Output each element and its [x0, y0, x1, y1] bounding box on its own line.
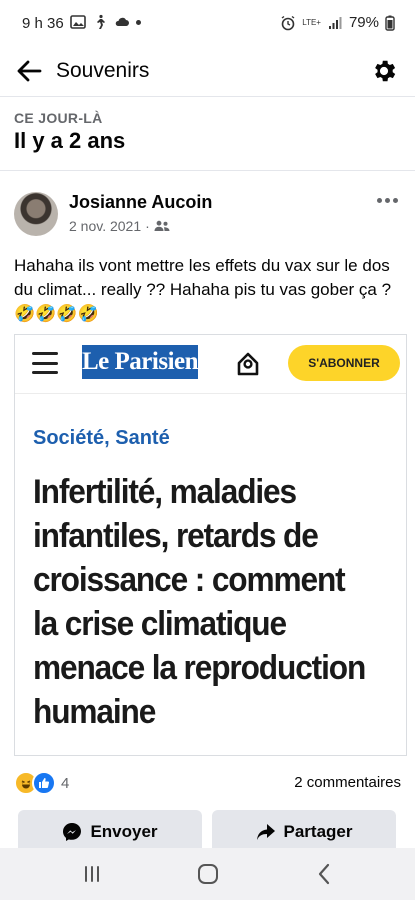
- like-reaction-icon: [32, 771, 56, 795]
- notification-dot-icon: [136, 19, 141, 25]
- post-date[interactable]: 2 nov. 2021: [69, 218, 141, 234]
- battery-percent: 79%: [348, 14, 379, 31]
- status-system-icons: LTE+ 79%: [280, 14, 395, 31]
- battery-icon: [385, 15, 395, 31]
- hamburger-menu-icon: [32, 352, 58, 374]
- settings-button[interactable]: [367, 54, 401, 88]
- recent-apps-button[interactable]: [72, 860, 112, 888]
- recents-icon: [85, 866, 99, 882]
- home-button[interactable]: [188, 860, 228, 888]
- reaction-count: 4: [61, 774, 70, 792]
- network-type: LTE+: [302, 17, 321, 27]
- share-arrow-icon: [256, 824, 275, 840]
- subscribe-button: S'ABONNER: [288, 345, 400, 381]
- post-author[interactable]: Josianne Aucoin: [69, 192, 212, 213]
- account-icon: [237, 352, 259, 376]
- post-meta: 2 nov. 2021 ·: [69, 218, 170, 234]
- le-parisien-logo: Le Parisien: [82, 345, 199, 379]
- send-label: Envoyer: [90, 822, 158, 841]
- alarm-icon: [281, 15, 295, 30]
- status-bar: 9 h 36 LTE+ 79%: [0, 0, 415, 48]
- share-label: Partager: [283, 822, 353, 841]
- android-navigation-bar: [0, 848, 415, 900]
- page-title: Souvenirs: [56, 59, 150, 82]
- status-notification-icons: [70, 14, 141, 30]
- avatar[interactable]: [14, 192, 58, 236]
- walking-icon: [97, 14, 105, 29]
- signal-icon: [328, 16, 342, 29]
- home-icon: [198, 864, 218, 884]
- more-dot-icon: [392, 197, 398, 203]
- memory-label: CE JOUR-LÀ: [14, 110, 103, 126]
- divider: [0, 170, 415, 171]
- shared-article[interactable]: Le Parisien S'ABONNER Société, Santé Inf…: [14, 334, 407, 756]
- friends-icon: [154, 220, 170, 231]
- nav-back-button[interactable]: [304, 860, 344, 888]
- chevron-left-icon: [318, 863, 330, 885]
- article-category: Société, Santé: [33, 427, 170, 449]
- post-text: Hahaha ils vont mettre les effets du vax…: [14, 254, 399, 326]
- post-body: Hahaha ils vont mettre les effets du vax…: [14, 256, 392, 299]
- more-options-button[interactable]: [373, 190, 401, 210]
- reactions-summary[interactable]: 4: [14, 771, 69, 795]
- gear-icon: [375, 60, 396, 82]
- app-header: Souvenirs: [0, 48, 415, 97]
- comments-count[interactable]: 2 commentaires: [294, 774, 401, 791]
- messenger-icon: [63, 823, 82, 841]
- article-headline: Infertilité, maladies infantiles, retard…: [33, 473, 366, 731]
- gallery-icon: [70, 15, 86, 29]
- cloud-icon: [115, 17, 129, 26]
- status-time: 9 h 36: [22, 15, 64, 32]
- meta-separator: ·: [145, 218, 150, 234]
- post-emoji: 🤣🤣🤣🤣: [14, 304, 99, 324]
- more-dot-icon: [384, 197, 390, 203]
- memory-years-ago: Il y a 2 ans: [14, 128, 126, 153]
- back-button[interactable]: [12, 54, 46, 88]
- article-nav: Le Parisien S'ABONNER: [15, 335, 406, 394]
- more-dot-icon: [376, 197, 382, 203]
- arrow-left-icon: [17, 60, 42, 82]
